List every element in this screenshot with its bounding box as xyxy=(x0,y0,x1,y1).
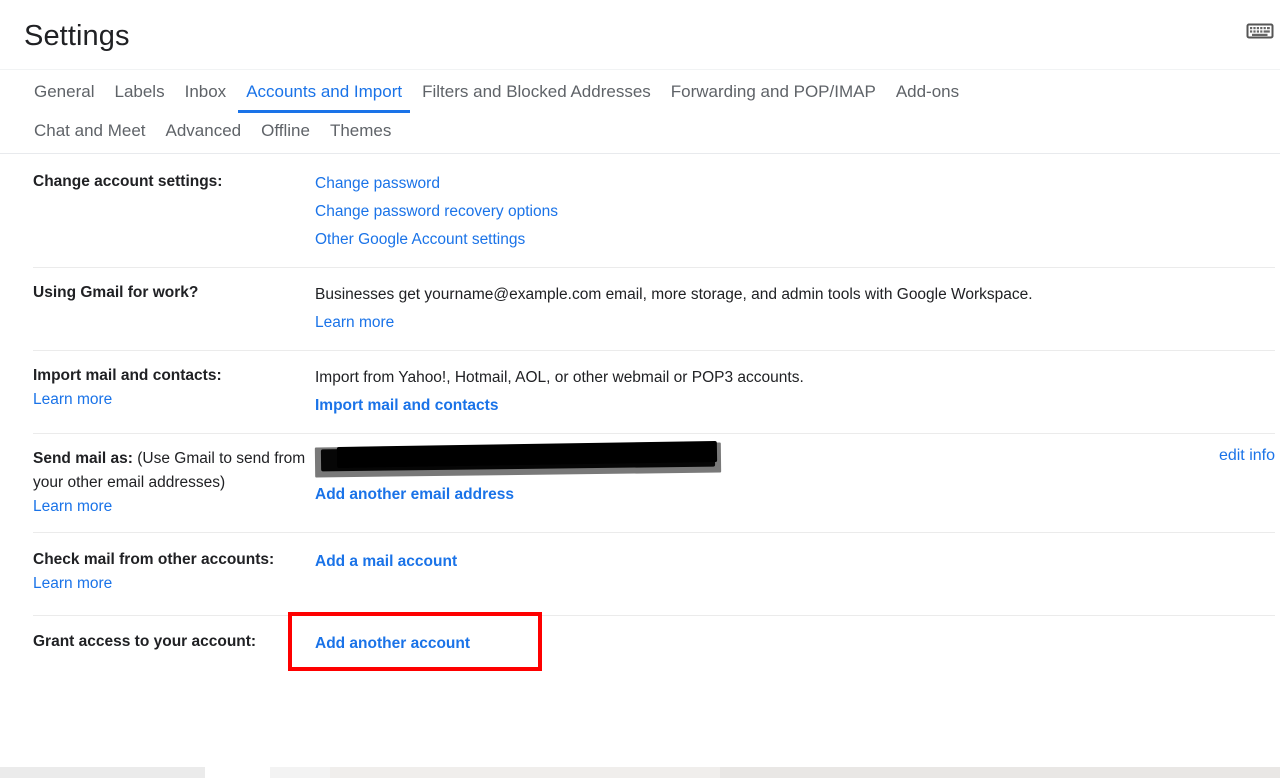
add-another-email-address-link[interactable]: Add another email address xyxy=(315,481,1207,509)
tab-accounts-and-import[interactable]: Accounts and Import xyxy=(236,70,412,113)
change-password-recovery-link[interactable]: Change password recovery options xyxy=(315,198,1275,226)
check-mail-body: Add a mail account xyxy=(315,548,1275,576)
bottom-strip-block-2 xyxy=(205,767,270,778)
import-mail-description: Import from Yahoo!, Hotmail, AOL, or oth… xyxy=(315,364,1275,392)
tab-general[interactable]: General xyxy=(24,70,104,113)
import-mail-label-text: Import mail and contacts: xyxy=(33,367,222,384)
send-mail-as-learn-more-link[interactable]: Learn more xyxy=(33,495,315,519)
edit-info-link[interactable]: edit info xyxy=(1219,447,1275,464)
change-account-settings-label-text: Change account settings: xyxy=(33,173,222,190)
check-mail-label-line2: accounts: xyxy=(201,551,274,568)
bottom-strip-block-5 xyxy=(330,767,720,778)
gmail-for-work-label: Using Gmail for work? xyxy=(33,281,315,305)
tab-forwarding-pop-imap[interactable]: Forwarding and POP/IMAP xyxy=(661,70,886,113)
row-check-mail-from-other-accounts: Check mail from other accounts: Learn mo… xyxy=(33,532,1275,615)
row-import-mail-and-contacts: Import mail and contacts: Learn more Imp… xyxy=(33,350,1275,433)
tab-offline[interactable]: Offline xyxy=(251,113,320,153)
tab-row-primary: General Labels Inbox Accounts and Import… xyxy=(24,70,1280,113)
bottom-strip-block-1 xyxy=(0,767,205,778)
row-send-mail-as: Send mail as: (Use Gmail to send from yo… xyxy=(33,433,1275,532)
gmail-for-work-description: Businesses get yourname@example.com emai… xyxy=(315,281,1275,309)
tab-themes[interactable]: Themes xyxy=(320,113,401,153)
tab-chat-and-meet[interactable]: Chat and Meet xyxy=(24,113,156,153)
settings-page: Settings General Labels In xyxy=(0,0,1280,778)
grant-access-label: Grant access to your account: xyxy=(33,630,315,654)
page-bottom-cutoff xyxy=(0,762,1280,778)
send-mail-as-label-text: Send mail as: xyxy=(33,450,133,467)
check-mail-label-line1: Check mail from other xyxy=(33,551,197,568)
gmail-for-work-learn-more-link[interactable]: Learn more xyxy=(315,309,1275,337)
send-mail-as-sublabel-line2: email addresses) xyxy=(107,474,225,491)
tab-advanced[interactable]: Advanced xyxy=(156,113,252,153)
import-mail-body: Import from Yahoo!, Hotmail, AOL, or oth… xyxy=(315,364,1275,420)
gmail-for-work-label-text: Using Gmail for work? xyxy=(33,284,198,301)
import-mail-and-contacts-link[interactable]: Import mail and contacts xyxy=(315,392,1275,420)
import-mail-learn-more-link[interactable]: Learn more xyxy=(33,388,315,412)
other-google-account-settings-link[interactable]: Other Google Account settings xyxy=(315,226,1275,254)
add-a-mail-account-link[interactable]: Add a mail account xyxy=(315,548,1275,576)
import-mail-label: Import mail and contacts: Learn more xyxy=(33,364,315,412)
tab-add-ons[interactable]: Add-ons xyxy=(886,70,969,113)
send-mail-as-address-row xyxy=(315,443,1207,475)
grant-access-label-text: Grant access to your account: xyxy=(33,633,256,650)
tab-filters-and-blocked[interactable]: Filters and Blocked Addresses xyxy=(412,70,661,113)
check-mail-learn-more-link[interactable]: Learn more xyxy=(33,572,315,596)
page-header: Settings xyxy=(0,0,1280,70)
change-account-settings-label: Change account settings: xyxy=(33,170,315,194)
grant-access-body: Add another account xyxy=(315,630,1275,658)
change-password-link[interactable]: Change password xyxy=(315,170,1275,198)
settings-content: Change account settings: Change password… xyxy=(0,154,1280,666)
keyboard-icon[interactable] xyxy=(1246,22,1274,40)
gmail-for-work-body: Businesses get yourname@example.com emai… xyxy=(315,281,1275,337)
bottom-strip-block-3 xyxy=(270,767,330,778)
tab-inbox[interactable]: Inbox xyxy=(175,70,237,113)
settings-tabbar: General Labels Inbox Accounts and Import… xyxy=(0,70,1280,154)
row-grant-access: Grant access to your account: Add anothe… xyxy=(33,615,1275,666)
send-mail-as-label: Send mail as: (Use Gmail to send from yo… xyxy=(33,447,315,519)
check-mail-label: Check mail from other accounts: Learn mo… xyxy=(33,548,315,596)
tab-labels[interactable]: Labels xyxy=(104,70,174,113)
add-another-account-link[interactable]: Add another account xyxy=(315,630,1275,658)
row-change-account-settings: Change account settings: Change password… xyxy=(33,154,1275,267)
change-account-settings-links: Change password Change password recovery… xyxy=(315,170,1275,254)
page-title: Settings xyxy=(24,19,130,53)
send-mail-as-body: Add another email address xyxy=(315,447,1207,509)
tab-row-secondary: Chat and Meet Advanced Offline Themes xyxy=(24,113,1280,153)
send-mail-as-actions: edit info xyxy=(1207,447,1275,465)
row-gmail-for-work: Using Gmail for work? Businesses get you… xyxy=(33,267,1275,350)
